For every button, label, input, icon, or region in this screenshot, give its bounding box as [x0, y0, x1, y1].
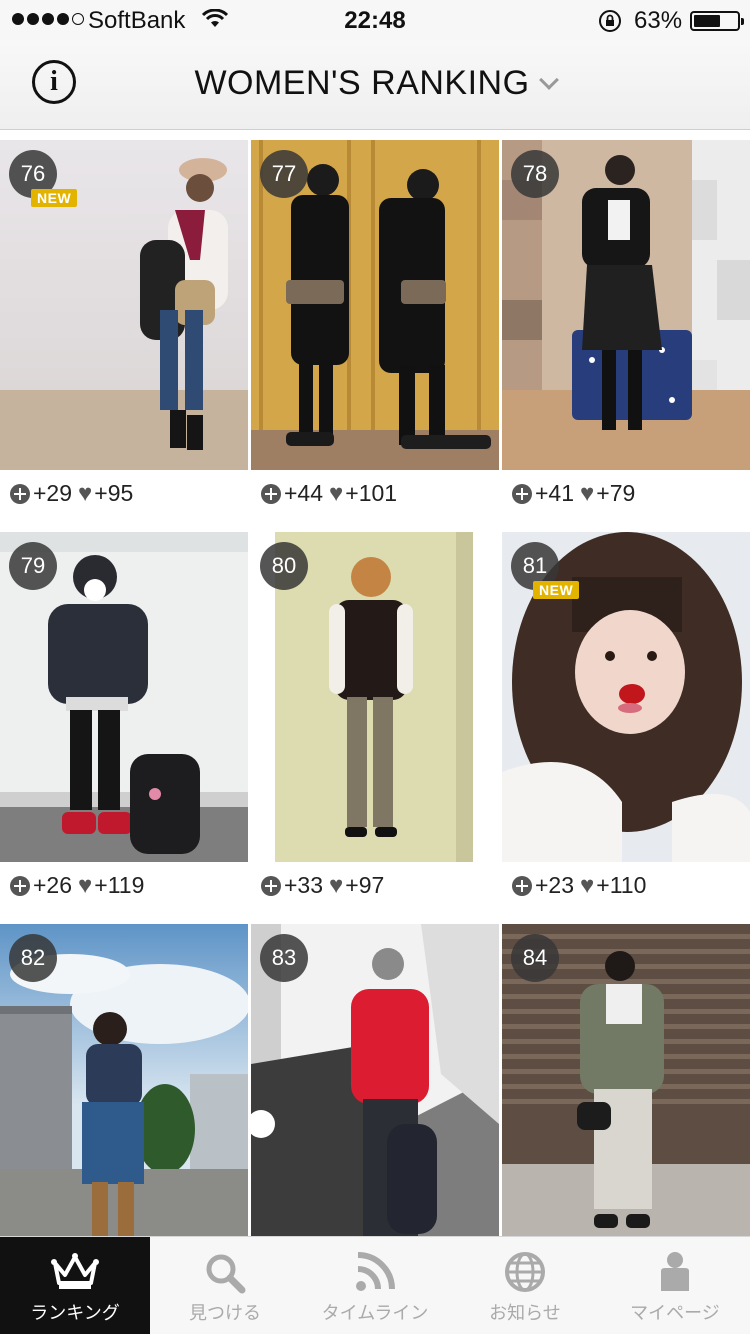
tab-label: お知らせ — [489, 1303, 561, 1323]
new-badge: NEW — [533, 581, 580, 599]
like-count: +119 — [94, 872, 145, 898]
outfit-photo[interactable]: 82 — [0, 924, 248, 1254]
rank-badge: 79 — [9, 542, 57, 590]
clip-add-icon[interactable] — [512, 483, 532, 504]
outfit-photo[interactable]: 76 NEW — [0, 140, 248, 470]
heart-icon[interactable]: ♥ — [78, 481, 92, 506]
clip-add-icon[interactable] — [512, 875, 532, 896]
card-stats: +23 ♥ +110 — [512, 872, 646, 899]
outfit-photo[interactable]: 83 — [251, 924, 499, 1254]
outfit-photo[interactable]: 77 — [251, 140, 499, 470]
tab-discover[interactable]: 見つける — [150, 1237, 300, 1334]
outfit-photo[interactable]: 80 — [251, 532, 499, 862]
search-icon — [206, 1254, 246, 1294]
battery-icon — [690, 11, 744, 31]
status-bar: SoftBank 22:48 63% — [0, 0, 750, 40]
outfit-photo[interactable]: 84 — [502, 924, 750, 1254]
chevron-down-icon — [538, 69, 559, 90]
person-icon — [661, 1252, 689, 1291]
outfit-photo[interactable]: 79 — [0, 532, 248, 862]
rank-badge: 80 — [260, 542, 308, 590]
globe-icon — [505, 1252, 545, 1292]
clip-add-icon[interactable] — [10, 875, 30, 896]
like-count: +97 — [345, 872, 385, 898]
clip-count: +44 — [284, 480, 324, 506]
heart-icon[interactable]: ♥ — [580, 481, 594, 506]
tab-label: マイページ — [630, 1303, 720, 1323]
clip-add-icon[interactable] — [261, 483, 281, 504]
clip-count: +26 — [33, 872, 73, 898]
tab-notifications[interactable]: お知らせ — [450, 1237, 600, 1334]
heart-icon[interactable]: ♥ — [329, 873, 343, 898]
card-stats: +26 ♥ +119 — [10, 872, 144, 899]
like-count: +95 — [94, 480, 134, 506]
clip-add-icon[interactable] — [10, 483, 30, 504]
rank-badge: 82 — [9, 934, 57, 982]
like-count: +101 — [345, 480, 398, 506]
rank-badge: 78 — [511, 150, 559, 198]
page-title: WOMEN'S RANKING — [194, 64, 530, 102]
clip-add-icon[interactable] — [261, 875, 281, 896]
battery-percentage: 63% — [634, 7, 683, 34]
tab-bar: ランキング 見つける タイムライン お知らせ マイページ — [0, 1236, 750, 1334]
nav-header: i WOMEN'S RANKING — [0, 40, 750, 130]
card-stats: +33 ♥ +97 — [261, 872, 384, 899]
outfit-photo[interactable]: 78 — [502, 140, 750, 470]
heart-icon[interactable]: ♥ — [329, 481, 343, 506]
clip-count: +33 — [284, 872, 324, 898]
ranking-selector[interactable]: WOMEN'S RANKING — [0, 64, 750, 103]
tab-label: タイムライン — [321, 1303, 429, 1323]
card-stats: +29 ♥ +95 — [10, 480, 133, 507]
tab-ranking[interactable]: ランキング — [0, 1237, 150, 1334]
like-count: +110 — [596, 872, 647, 898]
clip-count: +41 — [535, 480, 575, 506]
rotation-lock-icon — [599, 10, 621, 32]
tab-label: 見つける — [189, 1303, 261, 1323]
heart-icon[interactable]: ♥ — [580, 873, 594, 898]
clip-count: +29 — [33, 480, 73, 506]
outfit-photo[interactable]: 81 NEW — [502, 532, 750, 862]
card-stats: +41 ♥ +79 — [512, 480, 635, 507]
rank-badge: 77 — [260, 150, 308, 198]
like-count: +79 — [596, 480, 636, 506]
tab-timeline[interactable]: タイムライン — [300, 1237, 450, 1334]
rank-badge: 84 — [511, 934, 559, 982]
crown-icon — [51, 1253, 99, 1289]
card-stats: +44 ♥ +101 — [261, 480, 397, 507]
rank-badge: 83 — [260, 934, 308, 982]
tab-label: ランキング — [30, 1303, 120, 1323]
tab-mypage[interactable]: マイページ — [600, 1237, 750, 1334]
rss-icon — [356, 1252, 395, 1291]
new-badge: NEW — [31, 189, 78, 207]
clip-count: +23 — [535, 872, 575, 898]
heart-icon[interactable]: ♥ — [78, 873, 92, 898]
